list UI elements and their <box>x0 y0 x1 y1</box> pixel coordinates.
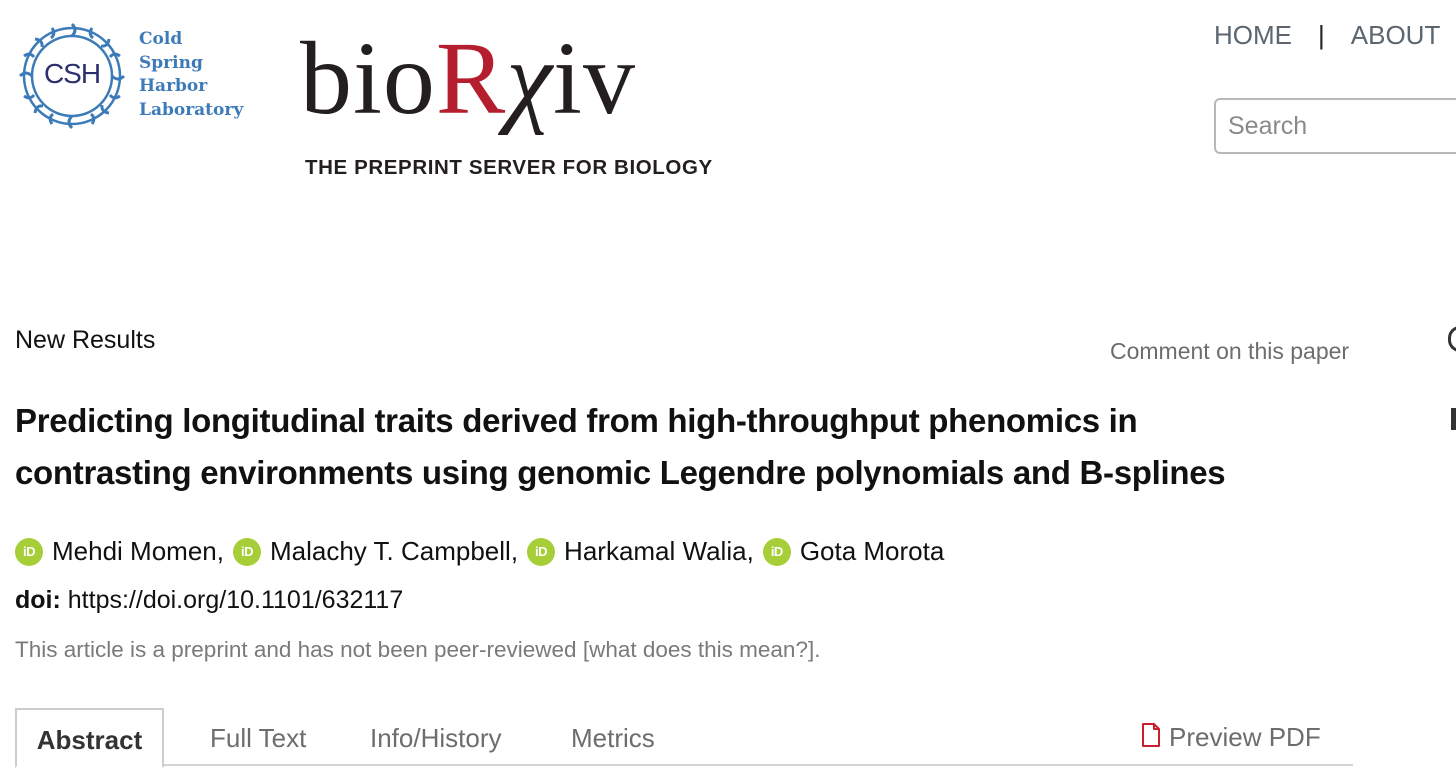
search-input[interactable] <box>1214 98 1456 154</box>
author-item[interactable]: iD Gota Morota <box>762 536 954 567</box>
article-section-label: New Results <box>15 326 156 354</box>
author-name[interactable]: Malachy T. Campbell <box>270 536 511 567</box>
doi-label: doi: <box>15 586 61 614</box>
what-does-this-mean-link[interactable]: [what does this mean?] <box>583 637 814 662</box>
tab-abstract[interactable]: Abstract <box>15 708 164 768</box>
tab-info-history[interactable]: Info/History <box>370 708 502 766</box>
pdf-file-icon <box>1142 723 1160 747</box>
preprint-notice: This article is a preprint and has not b… <box>15 637 820 663</box>
nav-home-link[interactable]: HOME <box>1214 20 1292 50</box>
biorxiv-logo[interactable]: bioRχiv THE PREPRINT SERVER FOR BIOLOGY <box>300 14 740 184</box>
author-item[interactable]: iD Mehdi Momen, <box>15 536 233 567</box>
orcid-icon[interactable]: iD <box>527 537 556 566</box>
tab-metrics[interactable]: Metrics <box>571 708 655 766</box>
csh-name: Cold Spring Harbor Laboratory <box>139 28 243 122</box>
biorxiv-word-r: R <box>435 21 507 136</box>
author-separator: , <box>510 536 519 566</box>
biorxiv-word-suffix: iv <box>553 21 636 136</box>
nav-about-link[interactable]: ABOUT <box>1351 20 1441 50</box>
csh-name-line: Cold <box>139 29 183 49</box>
biorxiv-wordmark: bioRχiv <box>300 14 636 144</box>
comment-on-paper-link[interactable]: Comment on this paper <box>1110 338 1349 365</box>
sidebar-cutoff-mark <box>1451 408 1456 430</box>
orcid-icon[interactable]: iD <box>15 537 43 566</box>
csh-name-line: Harbor <box>139 76 208 96</box>
preview-pdf-button[interactable]: Preview PDF <box>1141 708 1321 766</box>
orcid-icon[interactable]: iD <box>762 537 791 566</box>
author-separator: , <box>216 536 224 566</box>
author-separator: , <box>746 536 754 566</box>
article-title: Predicting longitudinal traits derived f… <box>15 402 1226 491</box>
author-item[interactable]: iD Malachy T. Campbell, <box>232 536 527 567</box>
preview-pdf-label[interactable]: Preview PDF <box>1169 707 1321 767</box>
author-name[interactable]: Harkamal Walia <box>564 536 747 567</box>
preprint-notice-text: This article is a preprint and has not b… <box>15 637 577 662</box>
sidebar-cutoff-icon <box>1448 326 1456 352</box>
csh-initials: CSH <box>43 58 101 89</box>
orcid-icon[interactable]: iD <box>232 537 261 566</box>
page: CSH Cold Spring Harbor Laboratory bioRχi… <box>0 0 1456 772</box>
author-list: iD Mehdi Momen, iD Malachy T. Campbell, … <box>15 536 953 567</box>
preprint-notice-end: . <box>814 637 821 662</box>
tab-full-text[interactable]: Full Text <box>210 708 306 766</box>
doi-line: doi: https://doi.org/10.1101/632117 <box>15 586 403 615</box>
article-tabs: Abstract Full Text Info/History Metrics … <box>15 708 1353 768</box>
biorxiv-tagline: THE PREPRINT SERVER FOR BIOLOGY <box>305 156 713 179</box>
doi-link[interactable]: https://doi.org/10.1101/632117 <box>68 586 403 614</box>
csh-name-line: Laboratory <box>139 99 244 120</box>
biorxiv-word-prefix: bio <box>300 21 436 136</box>
author-item[interactable]: iD Harkamal Walia, <box>527 536 763 567</box>
csh-logo[interactable]: CSH Cold Spring Harbor Laboratory <box>18 22 248 132</box>
csh-name-line: Spring <box>139 52 203 73</box>
nav-separator: | <box>1318 20 1325 50</box>
author-name[interactable]: Gota Morota <box>800 536 945 567</box>
biorxiv-word-chi: χ <box>506 21 554 136</box>
top-nav: HOME | ABOUT <box>1214 20 1440 51</box>
author-name[interactable]: Mehdi Momen <box>52 536 217 567</box>
